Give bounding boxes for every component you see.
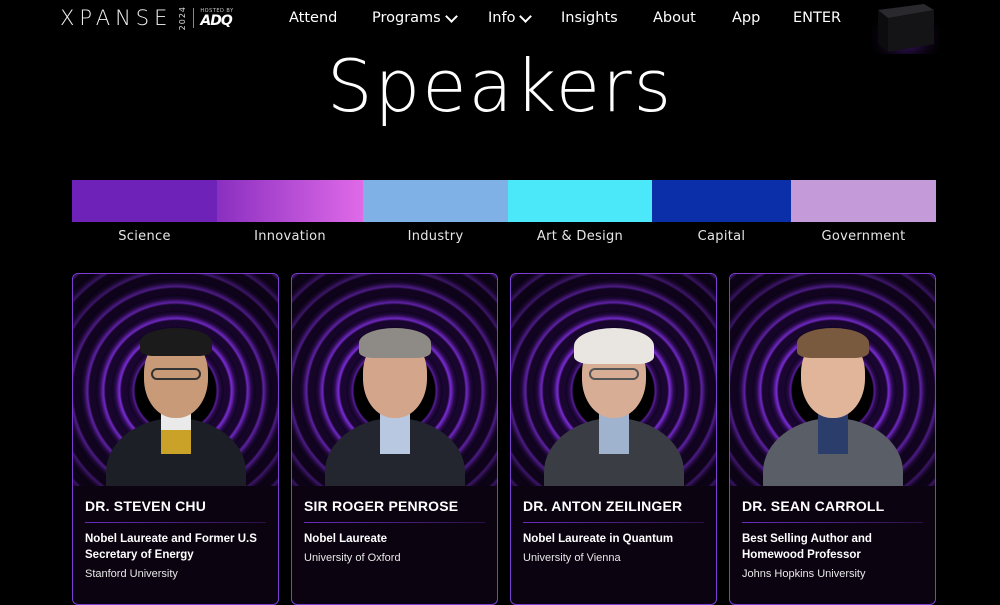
speaker-divider [742,522,923,523]
nav-attend[interactable]: Attend [289,10,337,26]
nav-programs[interactable]: Programs [372,9,458,26]
speaker-card[interactable]: DR. SEAN CARROLL Best Selling Author and… [729,273,936,605]
speaker-org: University of Oxford [304,552,401,564]
nav-enter[interactable]: ENTER [793,10,841,26]
speaker-photo [73,274,278,486]
category-label-art-design[interactable]: Art & Design [508,229,652,244]
category-swatch-science[interactable] [72,180,217,222]
speaker-name: DR. SEAN CARROLL [742,498,885,514]
speaker-name: DR. STEVEN CHU [85,498,207,514]
speaker-name: SIR ROGER PENROSE [304,498,459,514]
nav-info[interactable]: Info [488,9,533,26]
category-swatch-art-design[interactable] [508,180,652,222]
category-label-industry[interactable]: Industry [363,229,508,244]
nav-attend-label: Attend [289,10,338,26]
speaker-portrait [762,306,903,486]
category-swatch-industry[interactable] [363,180,508,222]
speaker-portrait [105,306,246,486]
chevron-down-icon [519,9,533,23]
speaker-photo [730,274,935,486]
category-swatch-innovation[interactable] [217,180,363,222]
nav-enter-label: ENTER [793,10,842,26]
nav-programs-label: Programs [372,10,441,26]
nav-insights[interactable]: Insights [561,10,618,26]
speaker-card[interactable]: DR. STEVEN CHU Nobel Laureate and Former… [72,273,279,605]
speaker-grid: DR. STEVEN CHU Nobel Laureate and Former… [72,273,938,605]
speaker-name: DR. ANTON ZEILINGER [523,498,683,514]
category-swatch-government[interactable] [791,180,936,222]
speaker-card[interactable]: SIR ROGER PENROSE Nobel Laureate Univers… [291,273,498,605]
speaker-portrait [324,306,465,486]
nav-insights-label: Insights [561,10,618,26]
category-labels: Science Innovation Industry Art & Design… [72,229,936,244]
nav-about-label: About [653,10,696,26]
speaker-role: Nobel Laureate [304,533,388,545]
speaker-divider [523,522,704,523]
main-nav: Attend Programs Info Insights About App … [0,9,1000,30]
category-swatch-capital[interactable] [652,180,791,222]
category-label-capital[interactable]: Capital [652,229,791,244]
speaker-card[interactable]: DR. ANTON ZEILINGER Nobel Laureate in Qu… [510,273,717,605]
speaker-divider [304,522,485,523]
speaker-portrait [543,306,684,486]
category-label-innovation[interactable]: Innovation [217,229,363,244]
category-label-science[interactable]: Science [72,229,217,244]
nav-info-label: Info [488,10,516,26]
speaker-photo [511,274,716,486]
speaker-org: Johns Hopkins University [742,568,866,580]
speaker-divider [85,522,266,523]
speaker-role: Best Selling Author and Homewood Profess… [742,533,872,561]
category-label-government[interactable]: Government [791,229,936,244]
speaker-org: University of Vienna [523,552,621,564]
nav-app-label: App [732,10,761,26]
chevron-down-icon [444,9,458,23]
speaker-role: Nobel Laureate and Former U.S Secretary … [85,533,257,561]
speaker-org: Stanford University [85,568,178,580]
speaker-photo [292,274,497,486]
page-title: Speakers [326,44,674,128]
speaker-role: Nobel Laureate in Quantum [523,533,674,545]
nav-app[interactable]: App [732,10,760,26]
nav-about[interactable]: About [653,10,696,26]
category-bar [72,180,936,222]
